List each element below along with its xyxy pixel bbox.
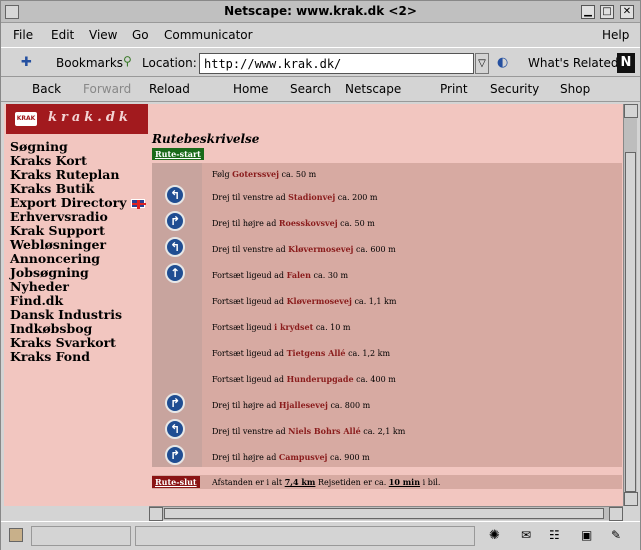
sidebar-item-find-dk[interactable]: Find.dk xyxy=(10,294,150,308)
route-step: Fortsæt ligeud i krydset ca. 10 m xyxy=(212,322,351,332)
maximize-icon[interactable]: □ xyxy=(600,5,614,19)
route-steps-table: Følg Goterssvej ca. 50 m ↰ Drej til vens… xyxy=(152,163,622,467)
route-start-label[interactable]: Rute-start xyxy=(152,148,204,160)
status-text-area xyxy=(31,526,131,546)
scroll-up-icon[interactable] xyxy=(624,104,638,118)
route-step: Følg Goterssvej ca. 50 m xyxy=(212,169,317,179)
route-step: Drej til højre ad Campusvej ca. 900 m xyxy=(212,452,370,462)
route-step: Drej til venstre ad Niels Bohrs Allé ca.… xyxy=(212,426,406,436)
route-step: Drej til højre ad Roesskovsvej ca. 50 m xyxy=(212,218,375,228)
close-icon[interactable]: ✕ xyxy=(620,5,634,19)
uk-flag-icon xyxy=(130,199,146,209)
route-summary: Afstanden er i alt 7,4 km Rejsetiden er … xyxy=(212,477,441,487)
menu-communicator[interactable]: Communicator xyxy=(164,28,253,42)
page-content: KRAK krak.dk Søgning Kraks Kort Kraks Ru… xyxy=(4,104,623,506)
route-title: Rutebeskrivelse xyxy=(152,132,260,146)
security-button[interactable]: Security xyxy=(490,82,539,96)
location-label: Location: xyxy=(142,56,197,70)
sidebar-item-kraks-kort[interactable]: Kraks Kort xyxy=(10,154,150,168)
sidebar-item-kraks-butik[interactable]: Kraks Butik xyxy=(10,182,150,196)
sidebar-item-krak-support[interactable]: Krak Support xyxy=(10,224,150,238)
scroll-down-icon[interactable] xyxy=(624,492,638,506)
krak-badge: KRAK xyxy=(15,112,37,126)
route-step: Drej til højre ad Hjallesevej ca. 800 m xyxy=(212,400,371,410)
turn-left-icon: ↰ xyxy=(165,185,185,205)
component-bar-discussions-icon[interactable]: ☷ xyxy=(549,528,560,542)
sidebar-item-label: Export Directory xyxy=(10,195,127,210)
bookmarks-icon[interactable]: ✚ xyxy=(21,55,49,70)
sidebar-item-erhvervsradio[interactable]: Erhvervsradio xyxy=(10,210,150,224)
route-summary-row: Rute-slut Afstanden er i alt 7,4 km Rejs… xyxy=(152,475,622,489)
scroll-left-icon[interactable] xyxy=(149,507,163,521)
scroll-right-icon[interactable] xyxy=(609,507,623,521)
component-bar-composer-icon[interactable]: ▣ xyxy=(581,528,592,542)
menu-view[interactable]: View xyxy=(89,28,117,42)
turn-right-icon: ↱ xyxy=(165,211,185,231)
vertical-scrollbar[interactable] xyxy=(623,104,638,506)
route-header: Rutebeskrivelse Rute-start xyxy=(152,132,622,160)
straight-icon: ↑ xyxy=(165,263,185,283)
sidebar-item-jobsogning[interactable]: Jobsøgning xyxy=(10,266,150,280)
back-button[interactable]: Back xyxy=(32,82,61,96)
sidebar-item-indkobsbog[interactable]: Indkøbsbog xyxy=(10,322,150,336)
sidebar-item-nyheder[interactable]: Nyheder xyxy=(10,280,150,294)
window-title: Netscape: www.krak.dk <2> xyxy=(224,4,417,18)
netscape-button[interactable]: Netscape xyxy=(345,82,401,96)
bookmarks-button[interactable]: Bookmarks xyxy=(56,56,123,70)
history-dropdown-icon[interactable]: ▽ xyxy=(475,53,489,74)
turn-right-icon: ↱ xyxy=(165,393,185,413)
whats-related-button[interactable]: What's Related xyxy=(528,56,618,70)
forward-button[interactable]: Forward xyxy=(83,82,131,96)
hscroll-thumb[interactable] xyxy=(164,508,604,519)
browser-window: Netscape: www.krak.dk <2> ▁ □ ✕ File Edi… xyxy=(0,0,641,550)
menu-edit[interactable]: Edit xyxy=(51,28,74,42)
sidebar-item-export-directory[interactable]: Export Directory xyxy=(10,196,150,210)
search-button[interactable]: Search xyxy=(290,82,331,96)
route-step: Fortsæt ligeud ad Tietgens Allé ca. 1,2 … xyxy=(212,348,391,358)
turn-left-icon: ↰ xyxy=(165,237,185,257)
reload-button[interactable]: Reload xyxy=(149,82,190,96)
route-step: Fortsæt ligeud ad Falen ca. 30 m xyxy=(212,270,349,280)
menu-help[interactable]: Help xyxy=(602,28,629,42)
title-bar: Netscape: www.krak.dk <2> ▁ □ ✕ xyxy=(1,1,640,23)
turn-right-icon: ↱ xyxy=(165,445,185,465)
related-icon[interactable]: ◐ xyxy=(497,55,508,70)
minimize-icon[interactable]: ▁ xyxy=(581,5,595,19)
sidebar-nav: Søgning Kraks Kort Kraks Ruteplan Kraks … xyxy=(10,140,150,364)
sidebar-item-kraks-ruteplan[interactable]: Kraks Ruteplan xyxy=(10,168,150,182)
sidebar-item-sogning[interactable]: Søgning xyxy=(10,140,150,154)
route-step: Drej til venstre ad Stadionvej ca. 200 m xyxy=(212,192,378,202)
krak-logo[interactable]: KRAK krak.dk xyxy=(6,104,148,134)
shop-button[interactable]: Shop xyxy=(560,82,590,96)
route-end-label[interactable]: Rute-slut xyxy=(152,476,200,488)
menu-file[interactable]: File xyxy=(13,28,33,42)
sidebar-item-kraks-svarkort[interactable]: Kraks Svarkort xyxy=(10,336,150,350)
route-step: Fortsæt ligeud ad Kløvermosevej ca. 1,1 … xyxy=(212,296,397,306)
security-lock-icon[interactable] xyxy=(9,528,23,542)
netscape-logo-icon[interactable]: N xyxy=(617,53,635,73)
horizontal-scrollbar[interactable] xyxy=(149,506,623,521)
sidebar-item-weblosninger[interactable]: Webløsninger xyxy=(10,238,150,252)
sidebar-item-dansk-industris[interactable]: Dansk Industris xyxy=(10,308,150,322)
home-button[interactable]: Home xyxy=(233,82,268,96)
turn-left-icon: ↰ xyxy=(165,419,185,439)
print-button[interactable]: Print xyxy=(440,82,468,96)
sidebar-item-annoncering[interactable]: Annoncering xyxy=(10,252,150,266)
component-bar-mail-icon[interactable]: ✉ xyxy=(521,528,531,542)
location-toolbar: ✚ Bookmarks ⚲ Location: http://www.krak.… xyxy=(1,47,640,77)
component-bar-editor-icon[interactable]: ✎ xyxy=(611,528,621,542)
krak-wordmark: krak.dk xyxy=(48,110,132,125)
location-icon: ⚲ xyxy=(123,54,132,68)
route-step: Fortsæt ligeud ad Hunderupgade ca. 400 m xyxy=(212,374,396,384)
scroll-thumb[interactable] xyxy=(625,152,636,492)
navigation-toolbar: Back Forward Reload Home Search Netscape… xyxy=(1,78,640,102)
menu-bar: File Edit View Go Communicator Help xyxy=(1,24,640,46)
status-message-area xyxy=(135,526,475,546)
menu-go[interactable]: Go xyxy=(132,28,149,42)
status-bar: ✺ ✉ ☷ ▣ ✎ xyxy=(1,521,640,550)
component-bar-navigator-icon[interactable]: ✺ xyxy=(489,528,500,543)
sidebar-item-kraks-fond[interactable]: Kraks Fond xyxy=(10,350,150,364)
route-step: Drej til venstre ad Kløvermosevej ca. 60… xyxy=(212,244,396,254)
location-input[interactable]: http://www.krak.dk/ xyxy=(199,53,474,74)
